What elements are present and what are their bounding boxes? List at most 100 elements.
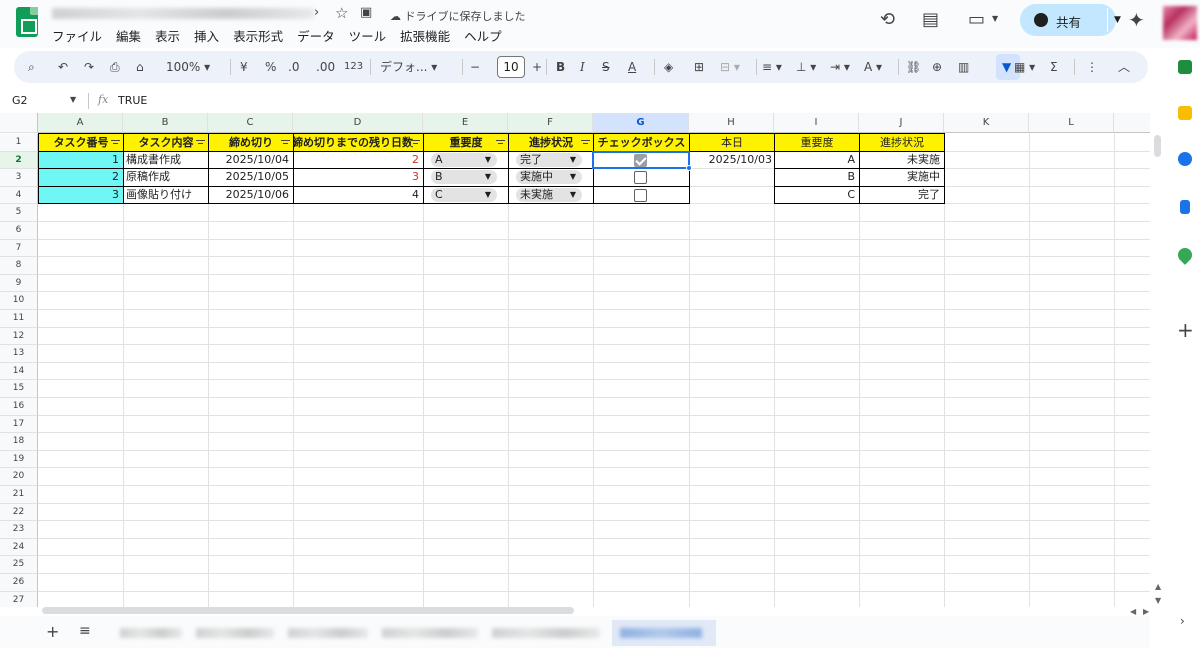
italic-button[interactable]: I	[580, 58, 585, 76]
scroll-up-icon[interactable]: ▲	[1155, 582, 1161, 591]
star-icon[interactable]: ☆	[335, 4, 348, 22]
more-icon[interactable]: ⋮	[1086, 58, 1098, 76]
filter-dropdown-icon[interactable]	[281, 140, 290, 146]
paint-format-icon[interactable]: ⌂	[136, 58, 144, 76]
column-header-l[interactable]: L	[1029, 113, 1114, 133]
decrease-decimal-button[interactable]: .0	[288, 58, 299, 76]
completion-checkbox[interactable]	[634, 171, 647, 185]
text-wrap-icon[interactable]: ⇥ ▾	[830, 58, 850, 76]
row-header-21[interactable]: 21	[0, 486, 38, 504]
maps-icon[interactable]	[1175, 245, 1195, 265]
cell-remaining-days[interactable]: 4	[293, 186, 419, 204]
row-header-17[interactable]: 17	[0, 415, 38, 434]
status-dropdown[interactable]: 未実施 ▼	[516, 187, 582, 202]
row-header-15[interactable]: 15	[0, 380, 38, 398]
menu-format[interactable]: 表示形式	[233, 26, 283, 45]
header-cell[interactable]: 本日	[689, 133, 775, 152]
row-header-23[interactable]: 23	[0, 521, 38, 539]
text-rotation-icon[interactable]: A ▾	[864, 58, 882, 76]
font-size-increase-button[interactable]: +	[532, 58, 542, 76]
row-header-26[interactable]: 26	[0, 574, 38, 592]
chevron-down-icon[interactable]: ▼	[1114, 15, 1121, 25]
cell-remaining-days[interactable]: 3	[293, 168, 419, 186]
menu-edit[interactable]: 編集	[116, 26, 141, 45]
column-header-a[interactable]: A	[38, 113, 123, 133]
row-header-7[interactable]: 7	[0, 239, 38, 258]
row-header-13[interactable]: 13	[0, 345, 38, 363]
row-header-1[interactable]: 1	[0, 134, 38, 152]
calendar-icon[interactable]	[1178, 60, 1192, 74]
row-header-22[interactable]: 22	[0, 503, 38, 522]
header-cell[interactable]: 重要度	[774, 133, 860, 152]
scroll-down-icon[interactable]: ▼	[1155, 596, 1161, 605]
scroll-left-icon[interactable]: ◀	[1130, 607, 1136, 616]
name-box[interactable]: G2	[12, 94, 28, 107]
column-header-f[interactable]: F	[508, 113, 593, 133]
strikethrough-button[interactable]: S	[602, 58, 610, 76]
row-header-24[interactable]: 24	[0, 538, 38, 557]
move-folder-icon[interactable]: ▣	[360, 5, 372, 20]
avatar[interactable]	[1163, 6, 1197, 40]
column-header-overflow[interactable]	[1114, 113, 1150, 133]
menu-file[interactable]: ファイル	[52, 26, 102, 45]
row-header-8[interactable]: 8	[0, 257, 38, 275]
status-dropdown[interactable]: 実施中 ▼	[516, 170, 582, 185]
column-header-g[interactable]: G	[593, 113, 689, 133]
row-header-6[interactable]: 6	[0, 222, 38, 240]
insert-chart-icon[interactable]: ▥	[958, 58, 969, 76]
row-header-16[interactable]: 16	[0, 398, 38, 416]
menu-extensions[interactable]: 拡張機能	[400, 26, 450, 45]
document-title-redacted[interactable]	[52, 8, 314, 19]
row-header-5[interactable]: 5	[0, 204, 38, 222]
row-header-14[interactable]: 14	[0, 362, 38, 381]
column-header-c[interactable]: C	[208, 113, 293, 133]
row-header-12[interactable]: 12	[0, 327, 38, 346]
cell-task-number[interactable]: 3	[38, 186, 119, 204]
row-header-4[interactable]: 4	[0, 186, 38, 205]
column-header-j[interactable]: J	[859, 113, 944, 133]
column-header-i[interactable]: I	[774, 113, 859, 133]
share-button[interactable]: 共有 ▼	[1020, 4, 1121, 36]
save-status[interactable]: ☁ ドライブに保存しました	[390, 8, 526, 24]
filter-dropdown-icon[interactable]	[196, 140, 205, 146]
filter-views-icon[interactable]: ▦ ▾	[1014, 58, 1035, 76]
menu-view[interactable]: 表示	[155, 26, 180, 45]
importance-dropdown[interactable]: B ▼	[431, 170, 497, 185]
cell-task-name[interactable]: 構成書作成	[126, 151, 207, 169]
menu-insert[interactable]: 挿入	[194, 26, 219, 45]
header-cell[interactable]: 進捗状況	[859, 133, 945, 152]
cell-status-list[interactable]: 完了	[859, 186, 940, 204]
cell-status-list[interactable]: 未実施	[859, 151, 940, 169]
fill-color-icon[interactable]: ◈	[664, 58, 673, 76]
completion-checkbox[interactable]	[634, 188, 647, 202]
vertical-align-icon[interactable]: ⊥ ▾	[796, 58, 816, 76]
filter-dropdown-icon[interactable]	[581, 140, 590, 146]
header-cell[interactable]: 締め切り	[208, 133, 294, 152]
column-header-b[interactable]: B	[123, 113, 208, 133]
scroll-right-icon[interactable]: ▶	[1143, 607, 1149, 616]
cell-importance-list[interactable]: C	[774, 186, 855, 204]
currency-button[interactable]: ¥	[240, 58, 248, 76]
bold-button[interactable]: B	[556, 58, 565, 76]
row-header-27[interactable]: 27	[0, 591, 38, 607]
sheet-tab[interactable]	[196, 628, 274, 638]
row-header-10[interactable]: 10	[0, 292, 38, 310]
column-header-d[interactable]: D	[293, 113, 423, 133]
percent-button[interactable]: %	[265, 58, 276, 76]
cell-deadline[interactable]: 2025/10/05	[208, 168, 289, 186]
formula-input[interactable]: TRUE	[118, 94, 147, 107]
cell-status-list[interactable]: 実施中	[859, 168, 940, 186]
contacts-icon[interactable]	[1180, 200, 1190, 214]
spreadsheet-grid[interactable]: ABCDEFGHIJKL 1 2 3 4 5 6 7 8 9 10 11 12 13 14 15 16 17 18…	[0, 113, 1150, 607]
font-size-decrease-button[interactable]: −	[470, 58, 480, 76]
version-history-icon[interactable]: ⟲	[880, 9, 895, 30]
filter-dropdown-icon[interactable]	[496, 140, 505, 146]
sheet-tab[interactable]	[492, 628, 600, 638]
cell-task-name[interactable]: 原稿作成	[126, 168, 207, 186]
sheet-tab[interactable]	[120, 628, 182, 638]
header-cell[interactable]: 締め切りまでの残り日数	[293, 133, 424, 152]
cell-deadline[interactable]: 2025/10/06	[208, 186, 289, 204]
all-sheets-icon[interactable]: ≡	[79, 623, 91, 639]
increase-decimal-button[interactable]: .00	[316, 58, 335, 76]
header-cell[interactable]: 重要度	[423, 133, 509, 152]
